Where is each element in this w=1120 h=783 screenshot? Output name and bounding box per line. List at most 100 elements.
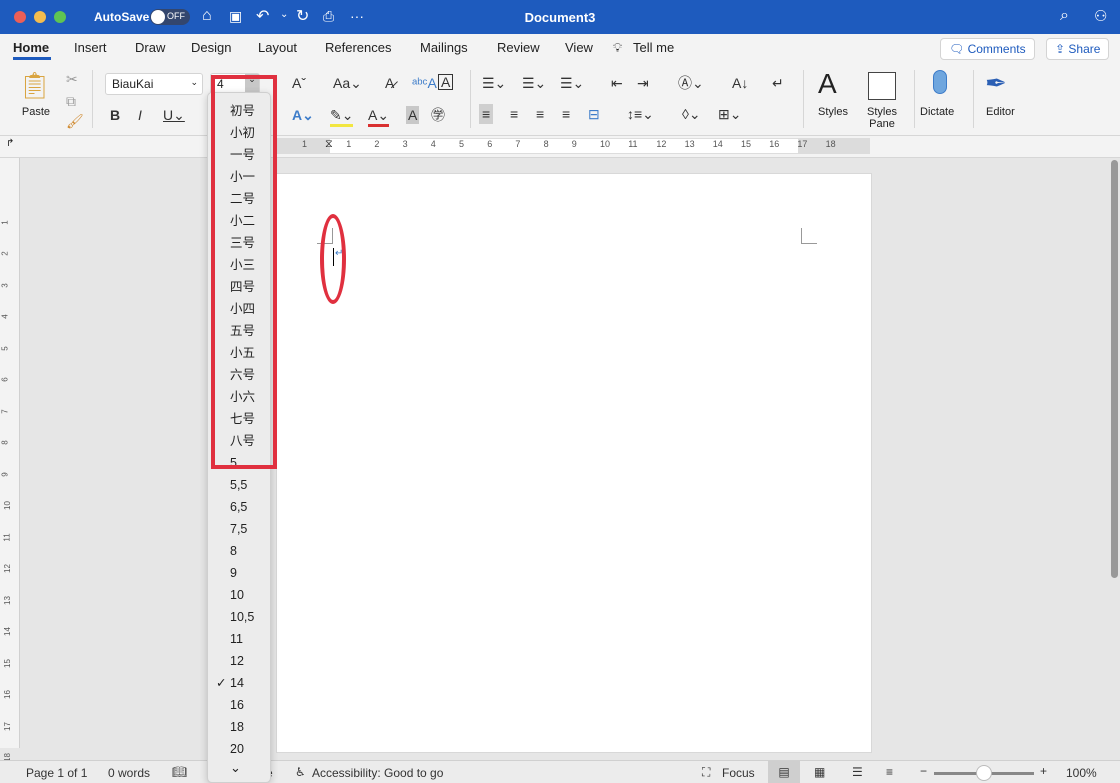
font-size-option[interactable]: 5,5: [208, 474, 270, 496]
align-right-icon[interactable]: ≡: [536, 105, 544, 123]
font-size-option-label: 14: [230, 676, 244, 690]
phonetic-guide-icon[interactable]: ᵃᵇᶜA: [412, 74, 437, 92]
styles-pane-label[interactable]: Styles Pane: [862, 106, 902, 130]
vertical-ruler-number: 12: [2, 564, 12, 573]
focus-icon[interactable]: ⛶: [702, 765, 710, 780]
font-size-option-label: 5,5: [230, 478, 248, 492]
shrink-font-icon[interactable]: Aˇ: [292, 74, 306, 92]
font-color-icon[interactable]: A⌄: [368, 106, 390, 127]
tell-me[interactable]: Tell me: [633, 40, 674, 55]
styles-icon[interactable]: A: [818, 68, 837, 100]
tab-insert[interactable]: Insert: [74, 40, 107, 55]
distributed-icon[interactable]: ⊟: [588, 105, 600, 123]
character-shading-icon[interactable]: A: [406, 106, 420, 124]
sort-icon[interactable]: A↓: [732, 74, 748, 92]
font-size-option[interactable]: 7,5: [208, 518, 270, 540]
ruler-number: 7: [515, 139, 521, 149]
italic-icon[interactable]: I: [138, 106, 142, 124]
vertical-ruler-number: 16: [2, 690, 12, 699]
font-size-option[interactable]: 9: [208, 562, 270, 584]
borders-icon[interactable]: ⊞⌄: [718, 105, 741, 123]
tab-references[interactable]: References: [325, 40, 391, 55]
paste-label[interactable]: Paste: [16, 106, 56, 118]
decrease-indent-icon[interactable]: ⇤: [611, 74, 623, 92]
font-size-option[interactable]: 16: [208, 694, 270, 716]
font-size-option[interactable]: 18: [208, 716, 270, 738]
document-page[interactable]: ↵: [276, 173, 872, 753]
tab-view[interactable]: View: [565, 40, 593, 55]
styles-pane-icon[interactable]: [868, 72, 896, 100]
vertical-ruler-number: 17: [2, 721, 12, 731]
character-border-icon[interactable]: A: [438, 74, 454, 90]
clear-formatting-icon[interactable]: A̷: [385, 74, 394, 92]
print-layout-icon[interactable]: ▤: [768, 761, 800, 783]
font-size-option[interactable]: 11: [208, 628, 270, 650]
align-center-icon[interactable]: ≡: [510, 105, 518, 123]
font-name-select[interactable]: BiauKai ⌄: [105, 73, 203, 95]
paste-icon[interactable]: 📋︎: [18, 70, 51, 101]
editor-label[interactable]: Editor: [986, 106, 1015, 118]
page-count[interactable]: Page 1 of 1: [26, 766, 87, 780]
comments-button[interactable]: 🗨︎ Comments: [940, 38, 1035, 60]
account-icon[interactable]: ⚇: [1094, 7, 1107, 25]
line-spacing-icon[interactable]: ↕≡⌄: [627, 105, 654, 123]
vertical-ruler-number: 1: [0, 219, 10, 225]
zoom-out-icon[interactable]: −: [920, 764, 927, 778]
zoom-level[interactable]: 100%: [1066, 766, 1097, 780]
font-size-option[interactable]: 8: [208, 540, 270, 562]
increase-indent-icon[interactable]: ⇥: [637, 74, 649, 92]
microphone-icon[interactable]: [933, 70, 947, 94]
align-left-icon[interactable]: ≡: [479, 104, 494, 124]
web-layout-icon[interactable]: ▦: [814, 765, 825, 779]
vertical-scrollbar[interactable]: [1111, 160, 1118, 578]
text-effects-icon[interactable]: A⌄: [292, 106, 314, 124]
tab-home[interactable]: Home: [13, 40, 49, 55]
show-formatting-icon[interactable]: ↵: [772, 74, 784, 92]
vertical-ruler-number: 13: [2, 595, 12, 605]
highlight-icon[interactable]: ✎⌄: [330, 106, 354, 127]
format-painter-icon[interactable]: 🖌︎: [66, 112, 84, 130]
numbering-icon[interactable]: ☰⌄: [522, 74, 546, 92]
font-size-option[interactable]: 10: [208, 584, 270, 606]
proofing-icon[interactable]: 📖︎: [172, 765, 187, 779]
horizontal-ruler[interactable]: ↱ 1 1 2 3 4 5 6 7 8 9 10 11 12 13 14 15 16 17 18 ⧖: [0, 136, 1120, 158]
accessibility-status[interactable]: Accessibility: Good to go: [312, 766, 443, 780]
word-count[interactable]: 0 words: [108, 766, 150, 780]
bullets-icon[interactable]: ☰⌄: [482, 74, 506, 92]
outline-icon[interactable]: ☰: [852, 765, 863, 779]
tab-selector-icon[interactable]: ↱: [6, 138, 14, 149]
scroll-down-chevron-icon[interactable]: ⌄: [230, 760, 241, 776]
indent-marker-icon[interactable]: ⧖: [325, 138, 333, 151]
tab-design[interactable]: Design: [191, 40, 231, 55]
cut-icon[interactable]: ✂: [66, 70, 78, 88]
shading-icon[interactable]: ◊⌄: [682, 105, 701, 123]
copy-icon[interactable]: ⧉: [66, 92, 76, 110]
text-direction-icon[interactable]: Ⓐ⌄: [678, 74, 704, 92]
dictate-label[interactable]: Dictate: [920, 106, 954, 118]
font-size-option[interactable]: 12: [208, 650, 270, 672]
bold-icon[interactable]: B: [110, 106, 120, 124]
underline-icon[interactable]: U⌄: [163, 106, 185, 124]
tab-review[interactable]: Review: [497, 40, 540, 55]
font-size-option[interactable]: 6,5: [208, 496, 270, 518]
enclose-characters-icon[interactable]: ㊫: [431, 106, 445, 124]
search-icon[interactable]: ⌕: [1060, 7, 1069, 25]
multilevel-list-icon[interactable]: ☰⌄: [560, 74, 584, 92]
tab-draw[interactable]: Draw: [135, 40, 165, 55]
ruler-number: 13: [684, 139, 695, 149]
font-size-option[interactable]: 20: [208, 738, 270, 760]
font-size-option[interactable]: ✓ 14: [208, 672, 270, 694]
accessibility-icon[interactable]: ♿︎: [295, 765, 306, 779]
justify-icon[interactable]: ≡: [562, 105, 570, 123]
zoom-slider-thumb[interactable]: [976, 765, 992, 781]
tab-layout[interactable]: Layout: [258, 40, 297, 55]
focus-button[interactable]: Focus: [722, 766, 755, 780]
draft-icon[interactable]: ≡: [886, 765, 893, 779]
styles-label[interactable]: Styles: [818, 106, 848, 118]
font-size-option[interactable]: 10,5: [208, 606, 270, 628]
editor-icon[interactable]: ✒︎: [985, 68, 1007, 99]
change-case-icon[interactable]: Aa⌄: [333, 74, 362, 92]
share-button[interactable]: ⇪ Share: [1046, 38, 1110, 60]
zoom-in-icon[interactable]: +: [1040, 764, 1047, 778]
tab-mailings[interactable]: Mailings: [420, 40, 468, 55]
